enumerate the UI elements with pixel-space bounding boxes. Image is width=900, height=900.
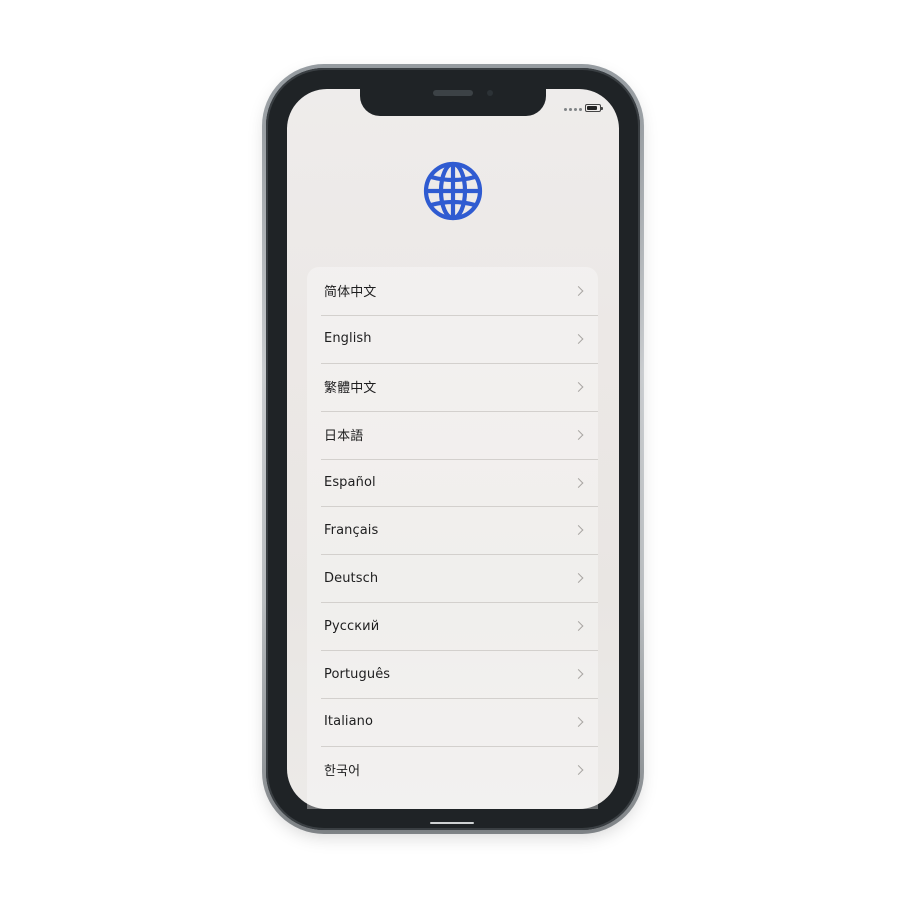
- chevron-right-icon: [573, 381, 584, 392]
- language-item-russian[interactable]: Русский: [307, 602, 598, 650]
- language-label: 简体中文: [324, 285, 377, 301]
- front-camera: [487, 90, 493, 96]
- speaker-grille: [433, 90, 473, 96]
- language-item-portuguese[interactable]: Português: [307, 650, 598, 698]
- language-label: 日本語: [324, 429, 364, 445]
- battery-icon: [585, 104, 603, 112]
- globe-icon: [423, 161, 483, 221]
- phone-bottom-edge: [430, 822, 474, 824]
- language-label: Español: [324, 475, 376, 490]
- product-photo: 简体中文 English 繁體中文 日本語 Español Français D…: [0, 0, 900, 900]
- language-label: Português: [324, 666, 391, 682]
- language-label: Italiano: [324, 714, 374, 730]
- language-item-spanish[interactable]: Español: [307, 458, 598, 507]
- chevron-right-icon: [573, 764, 584, 775]
- chevron-right-icon: [573, 717, 584, 727]
- chevron-right-icon: [573, 477, 584, 488]
- language-label: English: [324, 331, 372, 347]
- chevron-right-icon: [573, 573, 584, 584]
- language-item-italian[interactable]: Italiano: [307, 698, 598, 746]
- language-item-simplified-chinese[interactable]: 简体中文: [307, 267, 598, 315]
- chevron-right-icon: [573, 525, 584, 536]
- language-item-korean[interactable]: 한국어: [307, 745, 598, 794]
- language-label: Русский: [324, 618, 380, 634]
- language-item-traditional-chinese[interactable]: 繁體中文: [307, 362, 598, 411]
- language-label: 繁體中文: [324, 381, 377, 397]
- chevron-right-icon: [573, 285, 584, 296]
- chevron-right-icon: [573, 621, 584, 632]
- language-item-japanese[interactable]: 日本語: [307, 410, 598, 459]
- language-item-english[interactable]: English: [307, 314, 598, 363]
- signal-icon: [564, 108, 582, 111]
- language-label: Français: [324, 522, 379, 538]
- chevron-right-icon: [573, 429, 584, 440]
- chevron-right-icon: [573, 333, 584, 344]
- language-item-german[interactable]: Deutsch: [307, 554, 598, 602]
- language-list: 简体中文 English 繁體中文 日本語 Español Français D…: [307, 267, 598, 809]
- language-label: 한국어: [324, 764, 361, 780]
- chevron-right-icon: [573, 669, 584, 680]
- language-item-french[interactable]: Français: [307, 506, 598, 554]
- language-label: Deutsch: [324, 570, 379, 586]
